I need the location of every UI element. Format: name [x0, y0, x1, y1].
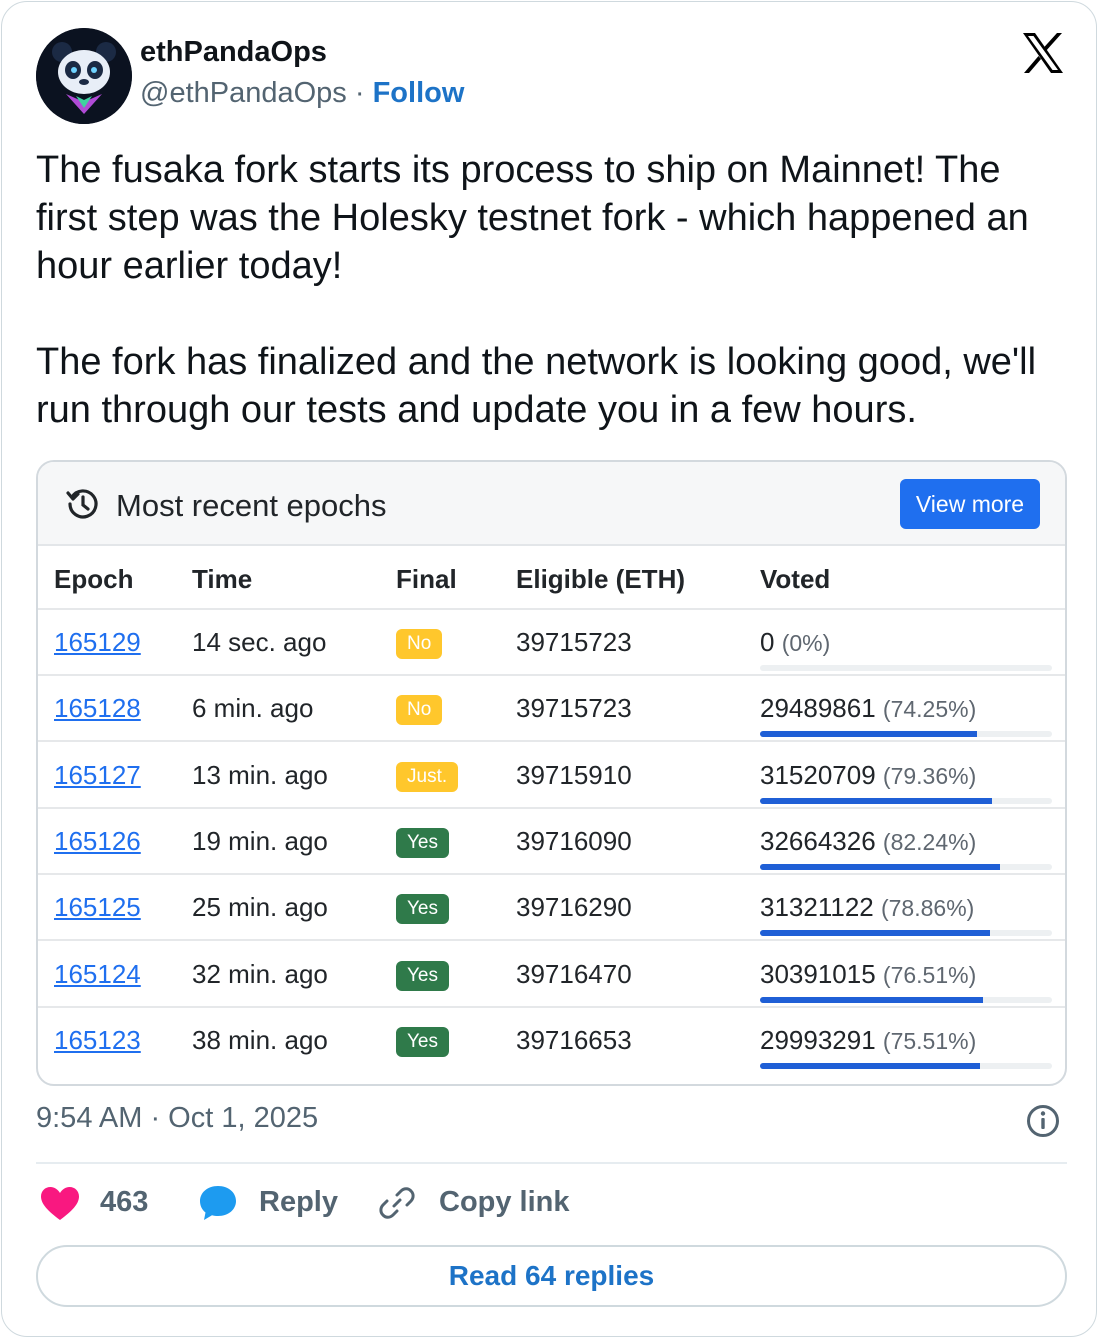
- voted-progress-bar: [760, 930, 1052, 937]
- epoch-link[interactable]: 165129: [54, 627, 141, 658]
- voted-percent: (75.51%): [882, 1027, 977, 1054]
- voted-percent: (0%): [781, 630, 831, 656]
- voted-percent: (74.25%): [882, 696, 977, 723]
- final-status-badge: Yes: [396, 960, 449, 991]
- voted-percent: (79.36%): [882, 762, 977, 789]
- eligible-eth: 39716090: [516, 825, 632, 856]
- eligible-eth: 39715723: [516, 693, 632, 724]
- voted-percent: (76.51%): [882, 961, 977, 988]
- table-row: 165126 19 min. ago Yes 39716090 32664326 (82…: [38, 809, 1065, 875]
- voted-progress-bar: [760, 863, 1052, 870]
- voted-amount: 31321122: [760, 892, 874, 923]
- voted-value: 32664326 (82.24%): [760, 826, 976, 857]
- voted-progress-bar: [760, 797, 1052, 804]
- final-status-badge: Yes: [396, 1026, 449, 1057]
- voted-percent: (82.24%): [882, 828, 977, 855]
- eligible-eth: 39716653: [516, 1024, 632, 1055]
- voted-amount: 30391015: [760, 958, 876, 989]
- voted-amount: 29993291: [760, 1024, 876, 1055]
- author-handle[interactable]: @ethPandaOps: [140, 77, 347, 109]
- table-row: 165125 25 min. ago Yes 39716290 31321122 (78…: [38, 875, 1065, 941]
- heart-icon[interactable]: [40, 1186, 80, 1222]
- reply-button[interactable]: Reply: [259, 1186, 338, 1219]
- history-icon: [66, 489, 98, 519]
- epoch-time: 14 sec. ago: [192, 627, 327, 657]
- epoch-time: 32 min. ago: [192, 958, 328, 989]
- reply-bubble-icon[interactable]: [198, 1184, 238, 1222]
- eligible-eth: 39716470: [516, 958, 632, 989]
- author-name[interactable]: ethPandaOps: [140, 36, 327, 69]
- voted-progress-bar: [760, 1062, 1052, 1069]
- epoch-link[interactable]: 165125: [54, 892, 141, 923]
- view-more-button[interactable]: View more: [900, 479, 1040, 529]
- info-icon[interactable]: [1026, 1104, 1060, 1138]
- voted-progress-bar: [760, 731, 1052, 738]
- voted-amount: 32664326: [760, 825, 876, 856]
- eligible-eth: 39716290: [516, 892, 632, 923]
- epochs-media-card[interactable]: Most recent epochs View more Epoch Time …: [36, 460, 1067, 1086]
- col-header-final: Final: [396, 564, 457, 594]
- voted-value: 0 (0%): [760, 627, 830, 658]
- epoch-time: 6 min. ago: [192, 693, 314, 724]
- voted-amount: 29489861: [760, 693, 876, 724]
- final-status-badge: No: [396, 629, 443, 659]
- eligible-eth: 39715910: [516, 759, 632, 790]
- table-row: 165127 13 min. ago Just. 39715910 31520709 (…: [38, 743, 1065, 809]
- voted-amount: 31520709: [760, 759, 876, 790]
- final-status-badge: Yes: [396, 894, 449, 925]
- epochs-title: Most recent epochs: [116, 488, 387, 523]
- voted-value: 31520709 (79.36%): [760, 760, 976, 791]
- voted-value: 30391015 (76.51%): [760, 959, 976, 990]
- voted-progress-fill: [760, 863, 1001, 870]
- epoch-link[interactable]: 165123: [54, 1025, 141, 1056]
- voted-amount: 0: [760, 627, 775, 657]
- panda-avatar-icon: [36, 28, 132, 124]
- tweet-timestamp[interactable]: 9:54 AM · Oct 1, 2025: [36, 1102, 318, 1135]
- tweet-card: ethPandaOps @ethPandaOps · Follow The fu…: [1, 1, 1097, 1337]
- table-row: 165128 6 min. ago No 39715723 29489861 (74.2…: [38, 676, 1065, 742]
- final-status-badge: Yes: [396, 827, 449, 858]
- separator-dot: ·: [354, 77, 365, 109]
- epochs-header: Most recent epochs View more: [38, 462, 1065, 546]
- col-header-voted: Voted: [760, 564, 831, 594]
- epoch-time: 19 min. ago: [192, 825, 328, 856]
- eligible-eth: 39715723: [516, 627, 632, 657]
- col-header-eligible: Eligible (ETH): [516, 564, 685, 594]
- table-row: 165124 32 min. ago Yes 39716470 30391015 (76…: [38, 942, 1065, 1008]
- voted-progress-fill: [760, 930, 991, 937]
- epoch-link[interactable]: 165124: [54, 959, 141, 990]
- voted-value: 29489861 (74.25%): [760, 693, 976, 724]
- final-status-badge: Just.: [396, 761, 459, 792]
- voted-value: 31321122 (78.86%): [760, 892, 974, 923]
- epoch-time: 38 min. ago: [192, 1024, 328, 1055]
- author-handle-row: @ethPandaOps · Follow: [140, 77, 464, 110]
- table-row: 165123 38 min. ago Yes 39716653 29993291 (75…: [38, 1008, 1065, 1074]
- like-count[interactable]: 463: [100, 1186, 148, 1219]
- avatar[interactable]: [36, 28, 132, 124]
- voted-progress-fill: [760, 996, 984, 1003]
- actions-divider: [36, 1162, 1067, 1164]
- voted-progress-bar: [760, 996, 1052, 1003]
- epoch-link[interactable]: 165128: [54, 693, 141, 724]
- epoch-time: 25 min. ago: [192, 892, 328, 923]
- voted-value: 29993291 (75.51%): [760, 1025, 976, 1056]
- copy-link-button[interactable]: Copy link: [439, 1186, 570, 1219]
- epoch-link[interactable]: 165126: [54, 826, 141, 857]
- col-header-epoch: Epoch: [54, 564, 134, 594]
- read-replies-button[interactable]: Read 64 replies: [36, 1245, 1067, 1307]
- link-icon[interactable]: [378, 1184, 416, 1222]
- col-header-time: Time: [192, 564, 253, 594]
- voted-progress-fill: [760, 731, 977, 738]
- epoch-time: 13 min. ago: [192, 759, 328, 790]
- follow-link[interactable]: Follow: [373, 77, 465, 109]
- voted-progress-fill: [760, 797, 992, 804]
- voted-percent: (78.86%): [880, 895, 975, 922]
- table-row: 165129 14 sec. ago No 39715723 0 (0%): [38, 610, 1065, 676]
- epoch-link[interactable]: 165127: [54, 760, 141, 791]
- voted-progress-bar: [760, 665, 1052, 671]
- tweet-text: The fusaka fork starts its process to sh…: [36, 149, 1037, 431]
- x-logo-icon[interactable]: [1020, 30, 1066, 76]
- final-status-badge: No: [396, 695, 443, 726]
- voted-progress-fill: [760, 1062, 981, 1069]
